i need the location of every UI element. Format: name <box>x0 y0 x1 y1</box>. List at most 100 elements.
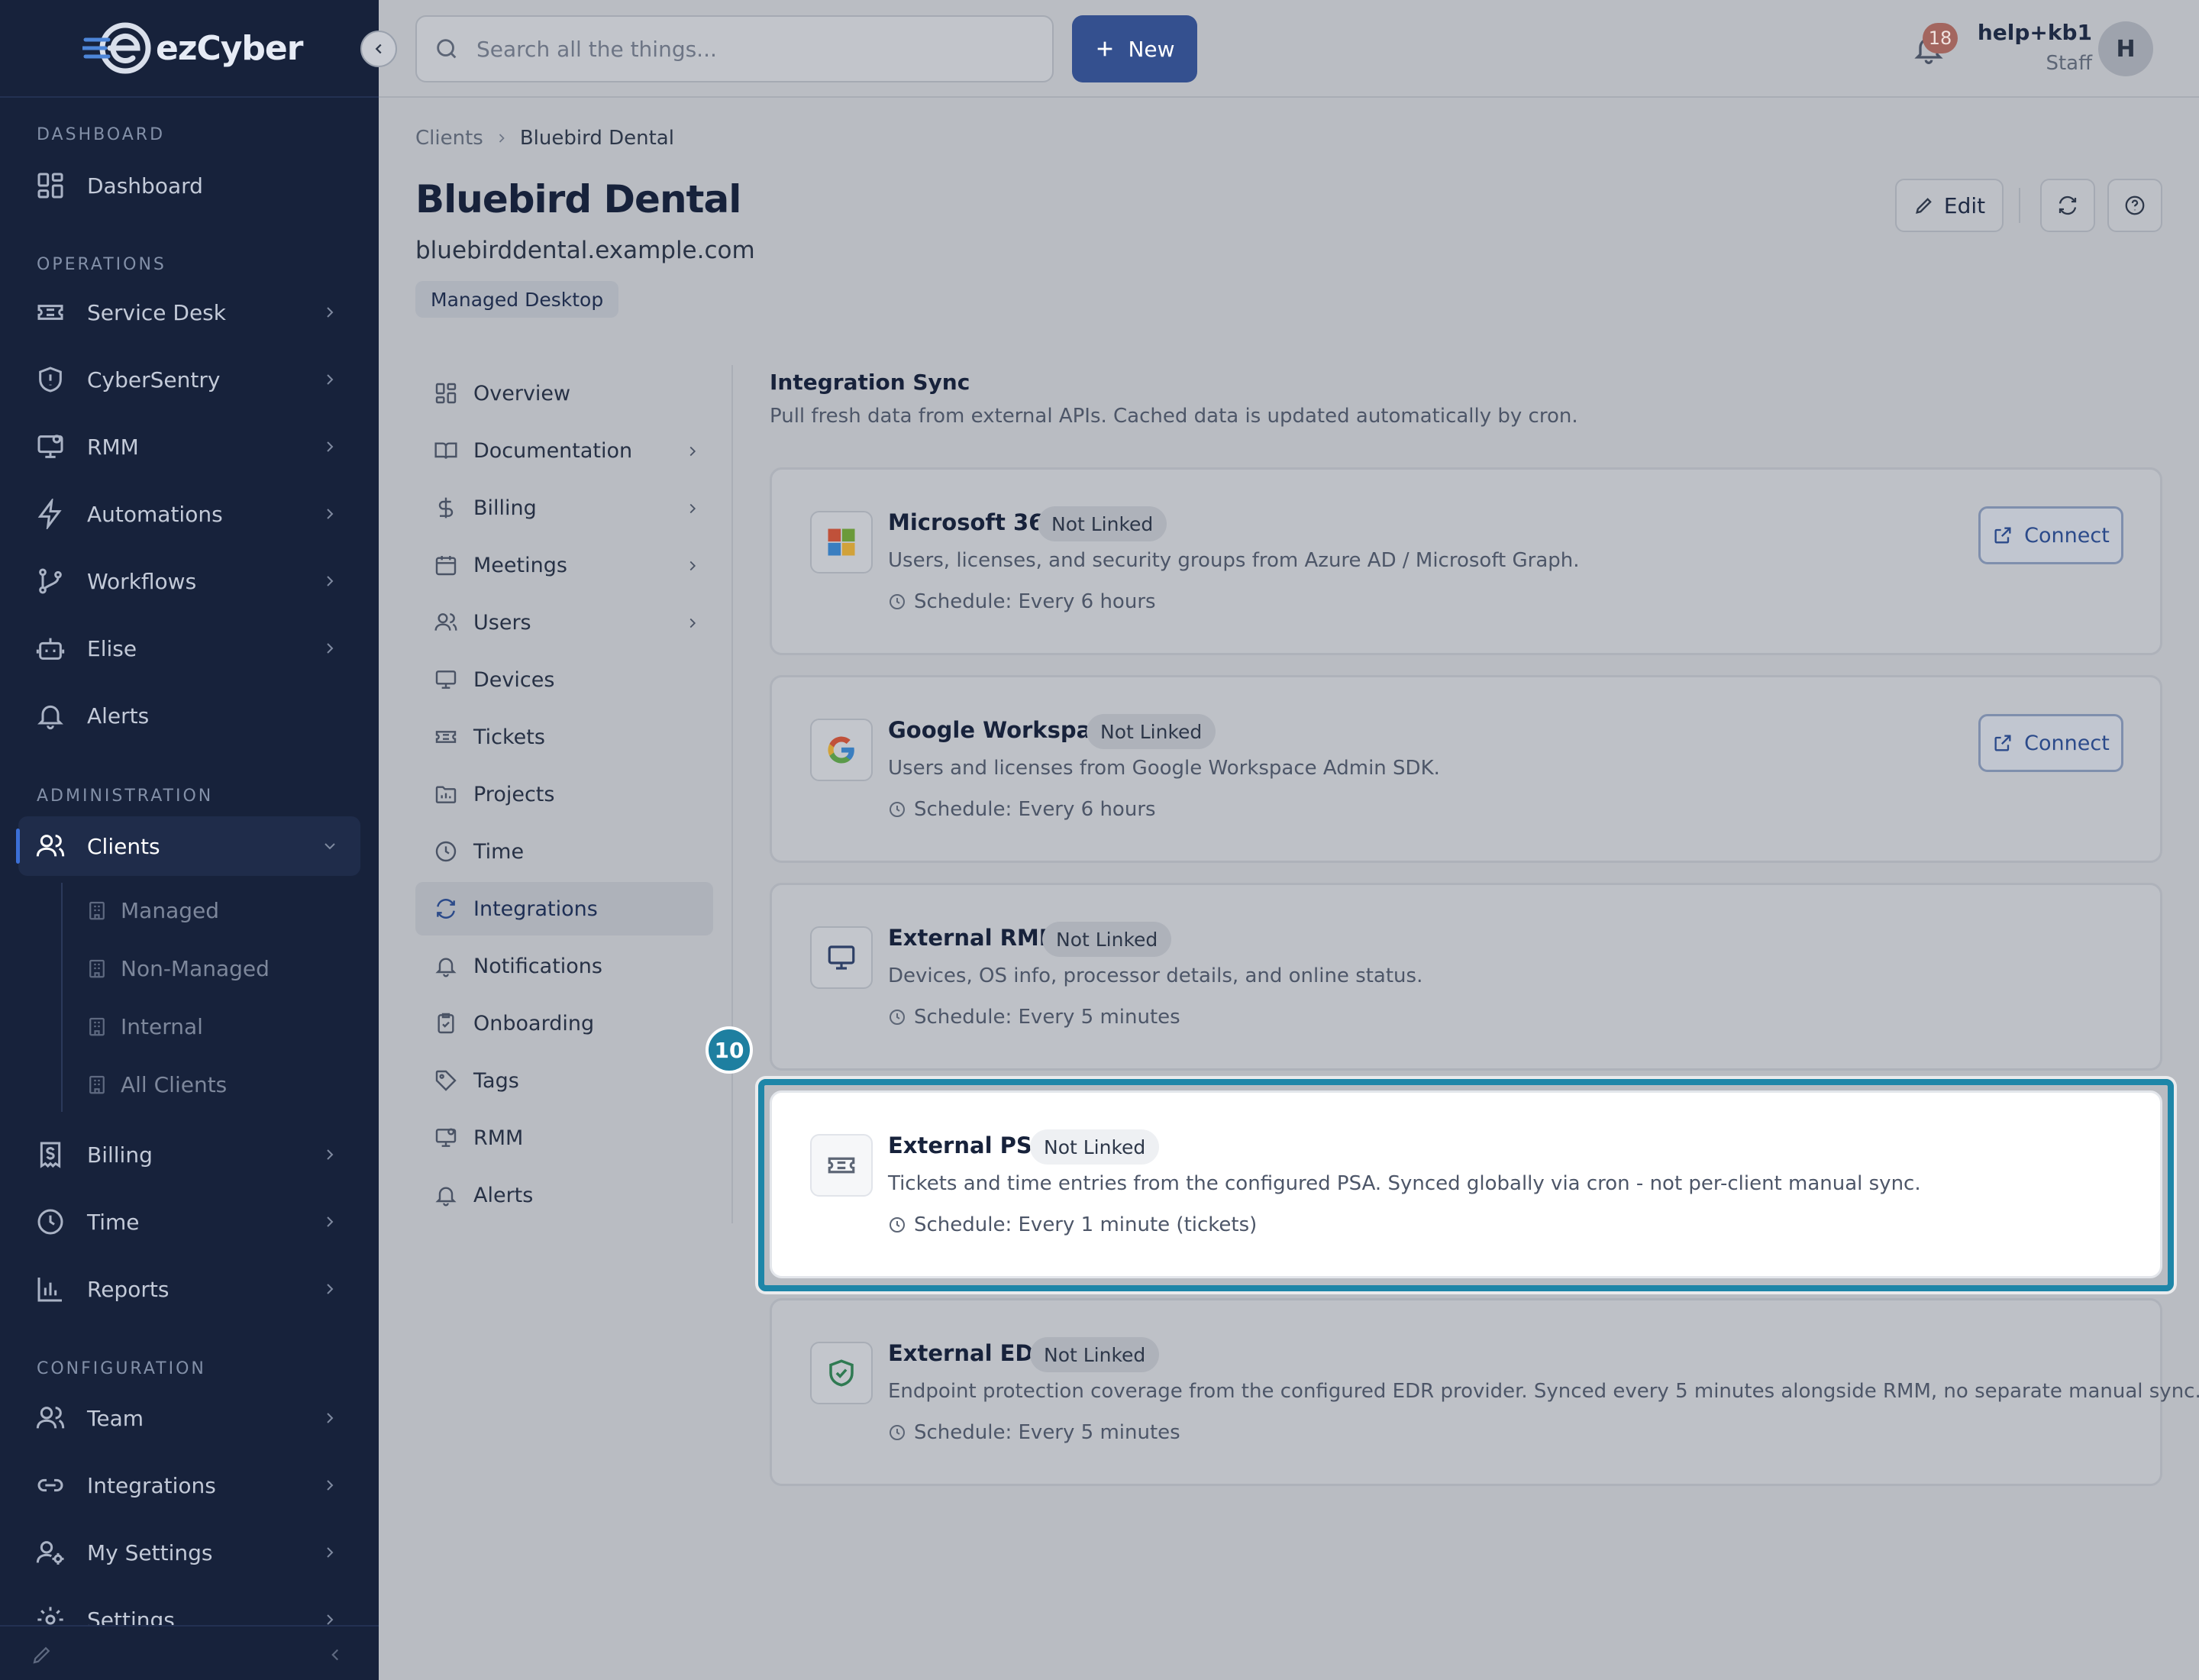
ticket-icon <box>828 1157 855 1174</box>
avatar[interactable]: H <box>2098 21 2153 76</box>
monitor-icon <box>828 945 855 970</box>
pencil-icon[interactable] <box>31 1643 53 1666</box>
sidebar-item-billing[interactable]: Billing <box>18 1125 360 1184</box>
sidebar-item-cybersentry[interactable]: CyberSentry <box>18 350 360 409</box>
search-box[interactable] <box>415 15 1054 82</box>
section-operations: OPERATIONS <box>37 255 166 274</box>
tab-label: Tickets <box>473 725 545 749</box>
git-branch-icon <box>39 568 62 594</box>
sidebar-item-clients[interactable]: Clients <box>16 816 360 876</box>
tab-time[interactable]: Time <box>415 825 713 878</box>
sidebar-item-time[interactable]: Time <box>18 1192 360 1252</box>
clock-icon <box>890 802 905 817</box>
dollar-icon <box>438 497 454 519</box>
tab-label: Time <box>473 839 525 864</box>
tab-projects[interactable]: Projects <box>415 767 713 821</box>
tab-label: Notifications <box>473 954 602 978</box>
search-icon <box>437 39 457 59</box>
tab-rmm[interactable]: RMM <box>415 1111 713 1165</box>
sidebar-collapse-button[interactable] <box>360 31 397 67</box>
connect-button[interactable]: Connect <box>1978 506 2123 564</box>
search-input[interactable] <box>476 36 1026 62</box>
external-link-icon <box>1994 735 2011 751</box>
plus-icon <box>1098 41 1112 57</box>
tab-documentation[interactable]: Documentation <box>415 424 713 477</box>
connect-button-label: Connect <box>2024 523 2110 548</box>
ticket-icon <box>435 731 457 743</box>
sidebar-item-integrations[interactable]: Integrations <box>18 1455 360 1515</box>
tab-label: Integrations <box>473 897 598 921</box>
logo-bar: ezCyber <box>0 0 379 98</box>
sidebar-item-my-settings[interactable]: My Settings <box>18 1523 360 1582</box>
tab-overview[interactable]: Overview <box>415 367 713 420</box>
tab-label: Alerts <box>473 1183 534 1207</box>
sidebar-item-rmm[interactable]: RMM <box>18 417 360 477</box>
sidebar-item-label: Dashboard <box>87 173 203 199</box>
sidebar-item-workflows[interactable]: Workflows <box>18 551 360 611</box>
sidebar-item-label: Integrations <box>87 1472 216 1498</box>
tab-notifications[interactable]: Notifications <box>415 939 713 993</box>
sidebar-item-alerts[interactable]: Alerts <box>18 686 360 745</box>
help-circle-icon <box>2125 195 2145 215</box>
ezcyber-logo[interactable]: ezCyber <box>82 20 303 76</box>
help-button[interactable] <box>2107 179 2162 232</box>
integration-logo <box>810 1134 873 1197</box>
sidebar-item-elise[interactable]: Elise <box>18 619 360 678</box>
chevron-right-icon <box>499 134 505 143</box>
microsoft-logo-icon <box>828 528 855 556</box>
chevron-left-icon[interactable] <box>325 1645 345 1665</box>
tab-label: RMM <box>473 1126 524 1150</box>
sidebar-subitem-managed[interactable]: Managed <box>86 887 219 933</box>
tab-meetings[interactable]: Meetings <box>415 538 713 592</box>
user-name[interactable]: help+kb1 <box>1978 20 2092 45</box>
new-button[interactable]: New <box>1072 15 1197 82</box>
sidebar-subitem-all-clients[interactable]: All Clients <box>86 1061 227 1107</box>
tab-label: Projects <box>473 782 555 806</box>
sidebar: ezCyber DASHBOARD Dashboard OPERATIONS S… <box>0 0 379 1680</box>
tab-users[interactable]: Users <box>415 596 713 649</box>
sidebar-item-dashboard[interactable]: Dashboard <box>18 156 360 215</box>
clock-icon <box>435 841 457 862</box>
section-title: Integration Sync <box>770 370 970 395</box>
pencil-icon <box>1915 198 1932 214</box>
section-configuration: CONFIGURATION <box>37 1359 206 1378</box>
breadcrumb-clients-link[interactable]: Clients <box>415 127 483 150</box>
bar-chart-icon <box>37 1278 62 1302</box>
clock-icon <box>890 1217 905 1233</box>
sidebar-item-team[interactable]: Team <box>18 1388 360 1448</box>
clock-icon <box>890 1425 905 1440</box>
sidebar-item-reports[interactable]: Reports <box>18 1259 360 1319</box>
sidebar-subitem-internal[interactable]: Internal <box>86 1003 203 1049</box>
integration-card-microsoft-365: Microsoft 365 Not Linked Users, licenses… <box>770 467 2162 655</box>
tab-tickets[interactable]: Tickets <box>415 710 713 764</box>
tab-billing[interactable]: Billing <box>415 481 713 535</box>
tab-tags[interactable]: Tags <box>415 1054 713 1107</box>
sidebar-item-automations[interactable]: Automations <box>18 484 360 544</box>
tag-icon <box>435 1070 457 1091</box>
tab-onboarding[interactable]: Onboarding <box>415 997 713 1050</box>
section-description: Pull fresh data from external APIs. Cach… <box>770 405 1578 428</box>
sidebar-item-label: Time <box>87 1209 140 1235</box>
sidebar-item-service-desk[interactable]: Service Desk <box>18 283 360 342</box>
integration-description: Endpoint protection coverage from the co… <box>888 1380 2199 1403</box>
chevron-right-icon <box>327 1149 334 1160</box>
tab-devices[interactable]: Devices <box>415 653 713 706</box>
section-dashboard: DASHBOARD <box>37 125 166 144</box>
new-button-label: New <box>1128 36 1175 62</box>
tab-alerts[interactable]: Alerts <box>415 1168 713 1222</box>
edit-button[interactable]: Edit <box>1895 179 2004 232</box>
book-open-icon <box>434 442 457 459</box>
page-title: Bluebird Dental <box>415 177 741 221</box>
refresh-button[interactable] <box>2040 179 2095 232</box>
status-badge: Not Linked <box>1030 1337 1160 1372</box>
tab-label: Onboarding <box>473 1011 595 1035</box>
sidebar-subitem-non-managed[interactable]: Non-Managed <box>86 945 270 991</box>
building-icon <box>89 959 105 978</box>
tab-integrations[interactable]: Integrations <box>415 882 713 935</box>
sidebar-item-label: Automations <box>87 501 223 527</box>
chevron-right-icon <box>327 576 334 586</box>
connect-button[interactable]: Connect <box>1978 714 2123 772</box>
sidebar-item-label: Team <box>87 1405 144 1431</box>
shield-check-icon <box>829 1359 854 1387</box>
monitor-icon <box>435 1128 457 1147</box>
